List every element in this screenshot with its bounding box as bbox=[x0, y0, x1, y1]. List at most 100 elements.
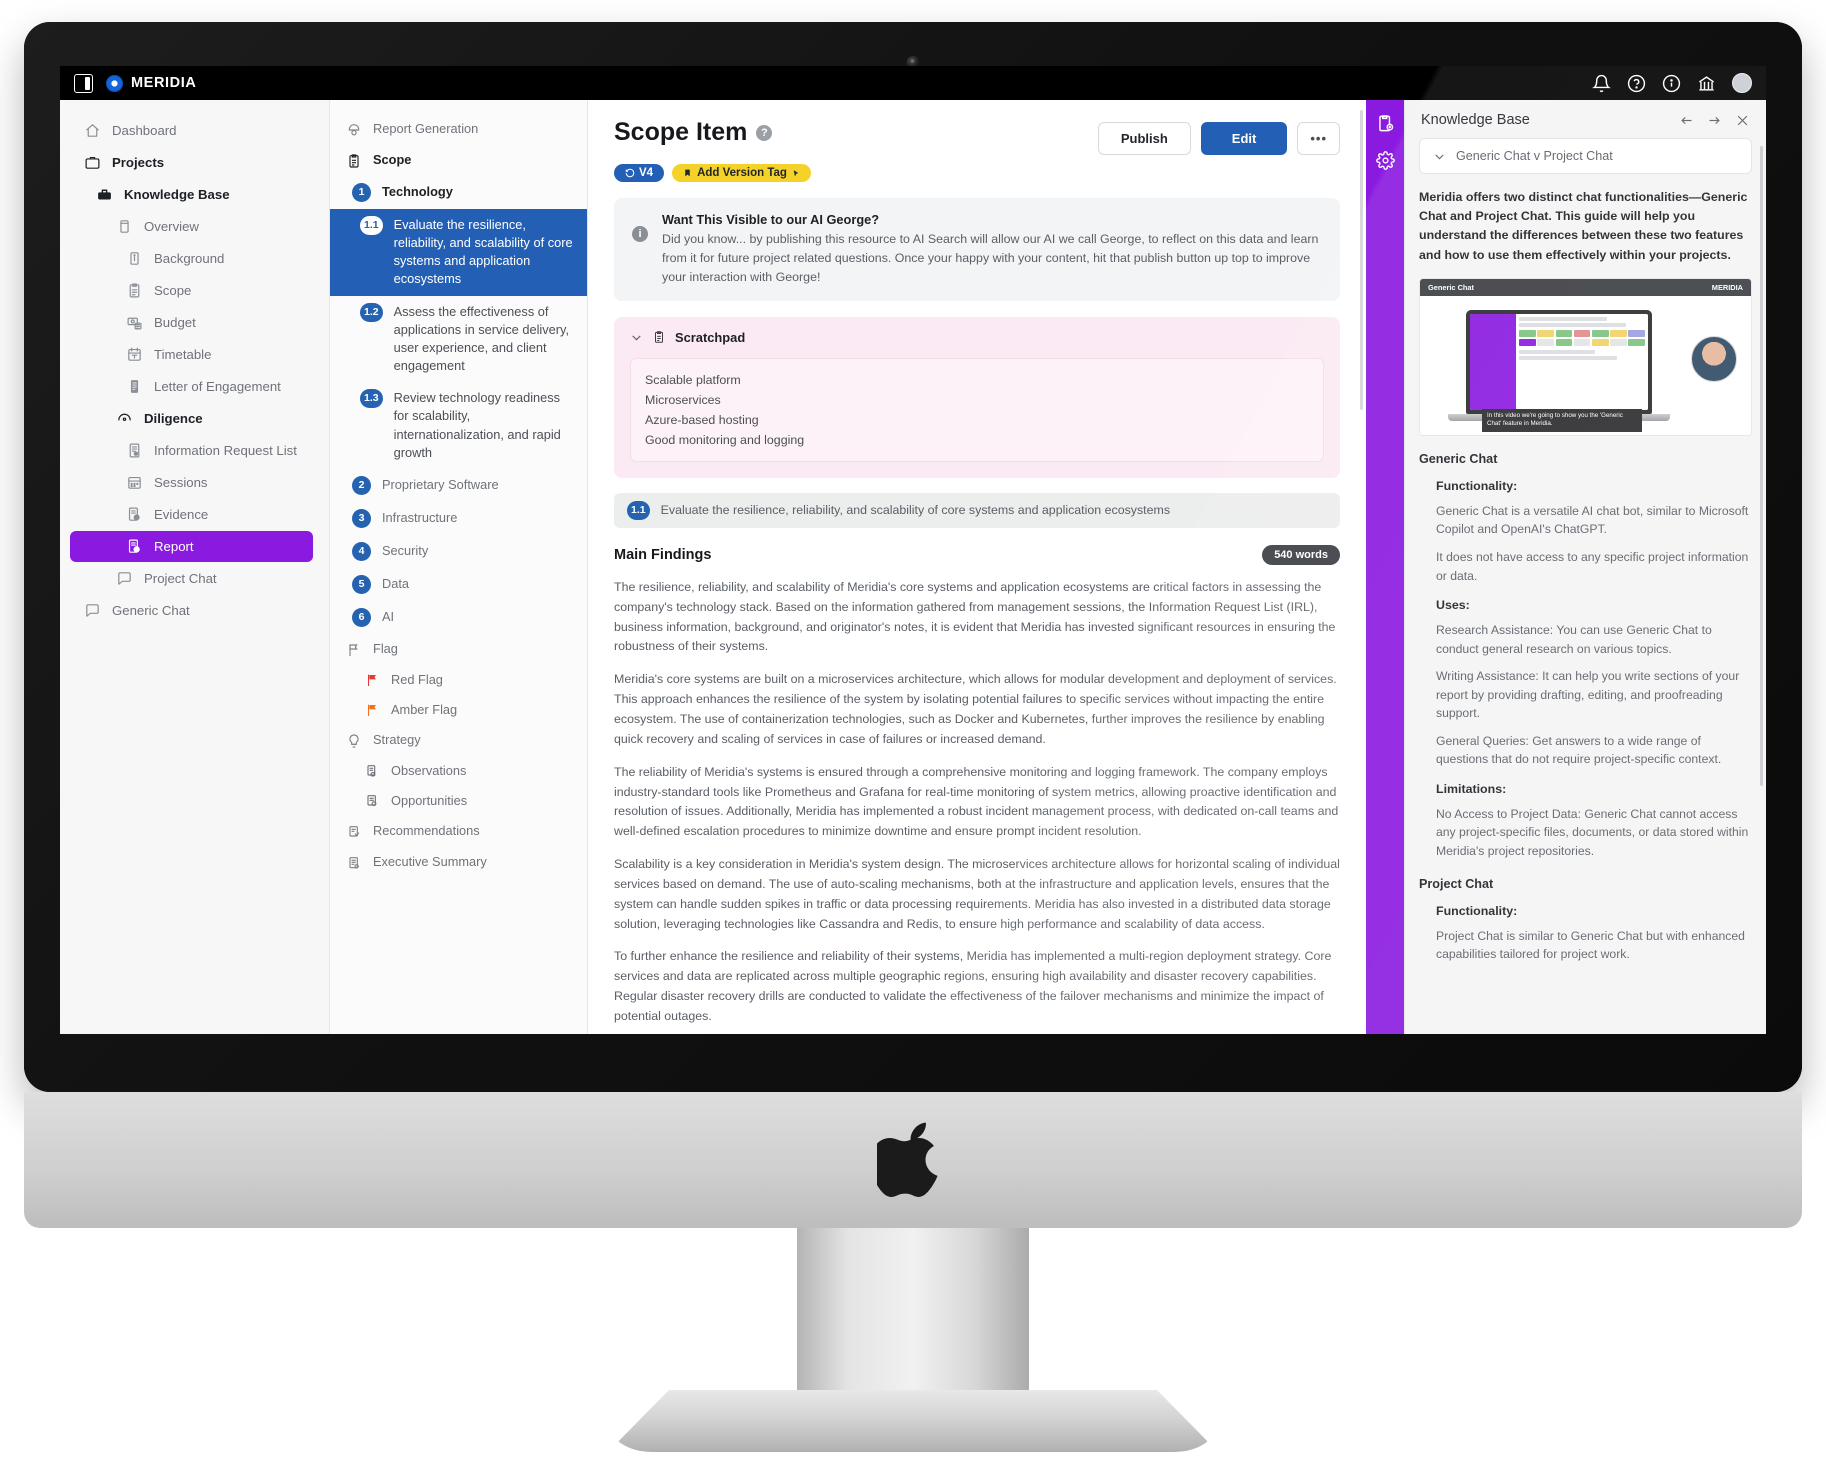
panel-collapse-icon[interactable] bbox=[74, 73, 93, 93]
history-icon bbox=[625, 168, 635, 178]
kb-paragraph: No Access to Project Data: Generic Chat … bbox=[1436, 806, 1749, 858]
report-icon bbox=[128, 539, 140, 553]
more-options-button[interactable]: ••• bbox=[1297, 122, 1340, 155]
sidebar-item-budget[interactable]: Budget bbox=[70, 307, 319, 338]
kb-video-thumbnail[interactable]: Generic Chat MERIDIA In this video we're… bbox=[1419, 277, 1752, 436]
tree-opportunities[interactable]: Opportunities bbox=[330, 786, 587, 816]
tree-subitem-label: Review technology readiness for scalabil… bbox=[393, 390, 561, 460]
tree-subitem-1-3[interactable]: 1.3 Review technology readiness for scala… bbox=[330, 382, 587, 469]
tree-recommendations[interactable]: Recommendations bbox=[330, 816, 587, 847]
sidebar-item-projects[interactable]: Projects bbox=[70, 147, 319, 178]
scratchpad-header[interactable]: Scratchpad bbox=[630, 330, 1324, 345]
tree-section-flag[interactable]: Flag bbox=[330, 634, 587, 665]
sidebar-item-diligence[interactable]: Diligence bbox=[70, 403, 319, 434]
chevron-down-icon[interactable] bbox=[630, 331, 643, 344]
tree-subitem-number: 1.1 bbox=[360, 216, 383, 235]
tree-header-report-generation[interactable]: Report Generation bbox=[330, 114, 587, 145]
tree-amber-flag[interactable]: Amber Flag bbox=[330, 695, 587, 725]
bank-icon[interactable] bbox=[1697, 74, 1716, 93]
tree-group-label: AI bbox=[382, 608, 395, 624]
kb-topic-selector[interactable]: Generic Chat v Project Chat bbox=[1419, 138, 1752, 174]
sidebar-item-report[interactable]: Report bbox=[70, 531, 313, 562]
findings-header: Main Findings 540 words bbox=[614, 544, 1340, 565]
sidebar-item-timetable[interactable]: Timetable bbox=[70, 339, 319, 370]
tree-group-security[interactable]: 4 Security bbox=[330, 535, 587, 568]
tree-group-data[interactable]: 5 Data bbox=[330, 568, 587, 601]
scratchpad-content[interactable]: Scalable platform Microservices Azure-base… bbox=[630, 357, 1324, 462]
avatar[interactable] bbox=[1732, 73, 1752, 93]
app-window: MERIDIA Dashboard Projects Knowledge Bas… bbox=[60, 66, 1766, 1034]
laptop-screen bbox=[1470, 313, 1648, 410]
sidebar-item-scope[interactable]: Scope bbox=[70, 275, 319, 306]
sidebar-item-label: Projects bbox=[112, 155, 165, 170]
sidebar-item-sessions[interactable]: Sessions bbox=[70, 467, 319, 498]
chat-icon bbox=[86, 604, 99, 617]
tree-red-flag[interactable]: Red Flag bbox=[330, 665, 587, 695]
knowledge-base-icon[interactable] bbox=[1376, 114, 1395, 133]
tree-group-proprietary-software[interactable]: 2 Proprietary Software bbox=[330, 469, 587, 502]
tree-observations[interactable]: Observations bbox=[330, 756, 587, 786]
findings-paragraph: The resilience, reliability, and scalabi… bbox=[614, 579, 1336, 654]
help-circle-icon[interactable] bbox=[1627, 74, 1646, 93]
main-scrollbar[interactable] bbox=[1360, 110, 1363, 410]
tree-subitem-number: 1.2 bbox=[360, 302, 383, 322]
sidebar-item-background[interactable]: Background bbox=[70, 243, 319, 274]
list-doc-icon bbox=[129, 443, 140, 458]
findings-paragraph: The reliability of Meridia's systems is … bbox=[614, 764, 1339, 839]
sidebar-item-evidence[interactable]: Evidence bbox=[70, 499, 319, 530]
sidebar-item-label: Generic Chat bbox=[112, 603, 190, 618]
sidebar-item-label: Budget bbox=[154, 315, 196, 330]
help-circle-icon[interactable]: ? bbox=[756, 124, 773, 141]
sidebar-item-letter-of-engagement[interactable]: Letter of Engagement bbox=[70, 371, 319, 402]
brand-logo: MERIDIA bbox=[106, 74, 196, 92]
close-icon[interactable] bbox=[1735, 113, 1750, 128]
kb-paragraph: Project Chat is similar to Generic Chat … bbox=[1436, 928, 1745, 962]
tree-section-scope[interactable]: Scope bbox=[330, 145, 587, 176]
tree-group-infrastructure[interactable]: 3 Infrastructure bbox=[330, 502, 587, 535]
sidebar-item-label: Dashboard bbox=[112, 123, 177, 138]
sidebar-item-knowledge-base[interactable]: Knowledge Base bbox=[70, 179, 319, 210]
sidebar-item-information-request-list[interactable]: Information Request List bbox=[70, 435, 319, 466]
sidebar-item-generic-chat[interactable]: Generic Chat bbox=[70, 595, 319, 626]
findings-paragraph: To further enhance the resilience and re… bbox=[614, 949, 1332, 1023]
kb-scrollbar[interactable] bbox=[1760, 146, 1763, 786]
expand-horizontal-icon[interactable] bbox=[1707, 113, 1722, 128]
sidebar-item-overview[interactable]: Overview bbox=[70, 211, 319, 242]
header-actions: Publish Edit ••• bbox=[1097, 118, 1340, 155]
tree-group-technology[interactable]: 1 Technology bbox=[330, 176, 587, 209]
main-header: Scope Item ? Publish Edit ••• bbox=[614, 118, 1340, 155]
tree-section-strategy[interactable]: Strategy bbox=[330, 725, 587, 756]
sidebar-item-label: Sessions bbox=[154, 475, 208, 490]
report-gen-icon bbox=[348, 124, 360, 136]
calendar-icon bbox=[128, 347, 141, 361]
right-rail bbox=[1366, 100, 1404, 1034]
tree-subitem-label: Assess the effectiveness of applications… bbox=[393, 303, 570, 374]
kb-subheading: Functionality: bbox=[1436, 478, 1518, 493]
info-card-title: Want This Visible to our AI George? bbox=[662, 212, 880, 227]
info-circle-icon[interactable] bbox=[1662, 74, 1681, 93]
sidebar-item-dashboard[interactable]: Dashboard bbox=[70, 115, 319, 146]
add-version-tag-button[interactable]: Add Version Tag bbox=[672, 164, 811, 182]
bell-icon[interactable] bbox=[1592, 74, 1611, 93]
version-badge[interactable]: V4 bbox=[614, 164, 665, 182]
tree-subitem-1-1[interactable]: 1.1 Evaluate the resilience, reliability,… bbox=[330, 209, 587, 296]
tree-group-ai[interactable]: 6 AI bbox=[330, 601, 587, 634]
cursor-icon bbox=[793, 169, 799, 176]
imac-stand-foot bbox=[608, 1390, 1218, 1452]
sidebar-item-label: Scope bbox=[154, 283, 192, 298]
laptop-grid bbox=[1519, 330, 1645, 346]
publish-button[interactable]: Publish bbox=[1097, 122, 1191, 155]
sidebar-item-label: Report bbox=[154, 539, 194, 554]
tree-executive-summary[interactable]: Executive Summary bbox=[330, 847, 587, 878]
tree-strategy-label: Strategy bbox=[373, 731, 421, 747]
flag-icon bbox=[368, 674, 376, 686]
thumbnail-caption: In this video we're going to show you th… bbox=[1482, 408, 1642, 432]
tree-subitem-1-2[interactable]: 1.2 Assess the effectiveness of applicati… bbox=[330, 296, 587, 383]
tree-strategy-item-label: Observations bbox=[391, 763, 467, 779]
recommendations-icon bbox=[349, 825, 360, 837]
add-version-tag-label: Add Version Tag bbox=[697, 167, 787, 179]
sidebar-item-project-chat[interactable]: Project Chat bbox=[70, 563, 319, 594]
collapse-horizontal-icon[interactable] bbox=[1679, 113, 1694, 128]
edit-button[interactable]: Edit bbox=[1200, 122, 1288, 155]
settings-gear-icon[interactable] bbox=[1375, 151, 1395, 170]
